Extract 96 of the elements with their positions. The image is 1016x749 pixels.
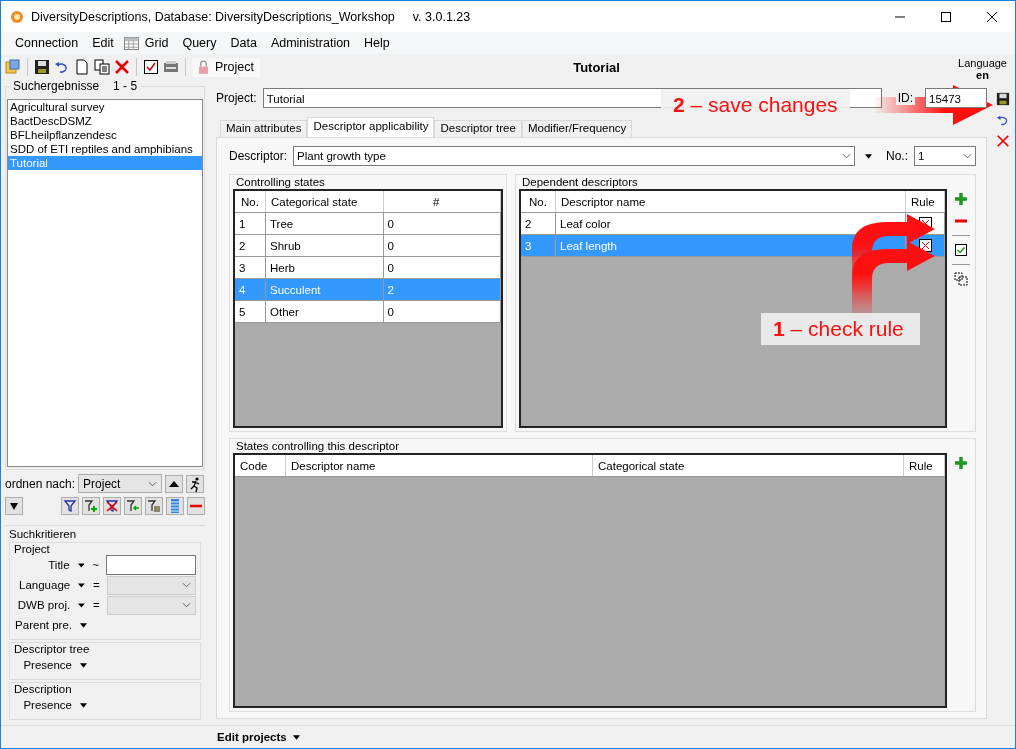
column-header[interactable]: No. [521,191,556,213]
criteria-label: DWB proj. [16,599,71,611]
add-icon[interactable] [953,455,969,471]
tab[interactable]: Descriptor applicability [307,117,435,137]
operator-label: = [93,579,101,591]
group-title: States controlling this descriptor [235,439,400,453]
result-item[interactable]: SDD of ETI reptiles and amphibians [8,142,202,156]
result-item[interactable]: Agricultural survey [8,100,202,114]
menu-item[interactable]: Grid [140,36,173,50]
id-label: ID: [895,91,915,105]
sort-label: ordnen nach: [5,476,76,491]
add-icon[interactable] [953,191,969,207]
chevron-icon [842,153,851,159]
operator-label: ~ [92,559,100,571]
record-title: Tutorial [573,59,620,75]
result-item[interactable]: BactDescDSMZ [8,114,202,128]
id-field[interactable]: 15473 [925,88,987,108]
delete-icon[interactable] [996,134,1010,148]
filter-icon[interactable] [61,497,79,515]
number-dropdown[interactable]: 1 [914,146,976,166]
column-header[interactable]: Categorical state [265,191,383,213]
table-row[interactable]: 5 Other 0 [235,300,501,323]
table-row[interactable]: 1 Tree 0 [235,212,501,235]
folder-icon[interactable] [5,59,21,75]
criteria-label: Title [47,559,70,571]
undo-icon[interactable] [54,59,70,75]
checkbox-icon[interactable] [143,59,159,75]
chevron-icon [148,480,158,487]
menu-item[interactable]: Help [360,36,394,50]
copy-icon[interactable] [953,271,969,287]
column-header[interactable]: Descriptor name [285,455,593,477]
column-header[interactable]: Rule [903,455,945,477]
chevron-icon [182,602,191,608]
results-range: 1 - 5 [113,79,138,93]
filter-save-icon[interactable] [145,497,163,515]
callout-tooltip: 1 – check rule [761,313,920,345]
group-title: Dependent descriptors [521,175,639,189]
rule-checkbox[interactable] [918,239,932,252]
criteria-group-title: Descriptor tree [14,643,90,655]
result-item[interactable]: BFLheilpflanzendesc [8,128,202,142]
column-header[interactable]: # [383,191,501,213]
criteria-group-title: Description [14,683,72,695]
project-label: Project: [216,91,257,105]
table-row[interactable]: 2 Shrub 0 [235,234,501,257]
group-title: Controlling states [235,175,326,189]
menu-item[interactable]: Data [226,36,261,50]
criteria-label: Language [18,579,71,591]
tab[interactable]: Modifier/Frequency [521,120,633,137]
number-label: No.: [886,149,908,163]
project-button[interactable]: Project [192,57,260,77]
filter-add-icon[interactable] [82,497,100,515]
criteria-group-title: Project [14,543,50,555]
criteria-label: Presence [22,699,72,711]
language-value: en [976,69,989,81]
window-title: DiversityDescriptions, Database: DiversityDescriptions_Workshop [31,9,395,24]
sort-up-icon[interactable] [165,474,184,493]
version-label: v. 3.0.1.23 [412,9,471,24]
criteria-label: Presence [22,659,72,671]
language-label: Language [958,57,1007,69]
copy-icon[interactable] [94,59,110,75]
tab[interactable]: Main attributes [220,120,308,137]
filter-import-icon[interactable] [124,497,142,515]
descriptor-dropdown[interactable]: Plant growth type [293,146,855,166]
menu-item[interactable]: Connection [11,36,83,50]
collapse-icon[interactable] [5,497,23,515]
descriptor-label: Descriptor: [229,149,287,163]
save-icon[interactable] [34,59,50,75]
save-icon[interactable] [996,92,1010,106]
chevron-icon [182,582,191,588]
app-icon [9,8,25,25]
search-criteria-title: Suchkritieren [9,528,77,540]
column-header[interactable]: Categorical state [592,455,904,477]
column-header[interactable]: Rule [905,191,945,213]
menu-item[interactable]: Edit [88,36,118,50]
column-header[interactable]: Code [235,455,286,477]
title-field[interactable] [105,555,196,575]
table-row[interactable]: 3 Herb 0 [235,256,501,279]
delete-icon[interactable] [114,59,130,75]
status-menu[interactable]: Edit projects [217,731,287,743]
printer-icon[interactable] [163,59,179,75]
filter-remove-icon[interactable] [103,497,121,515]
document-icon[interactable] [74,59,90,75]
menu-item[interactable]: Query [178,36,221,50]
sort-dropdown[interactable]: Project [78,474,163,493]
lock-icon [198,59,209,75]
column-header[interactable]: No. [235,191,266,213]
operator-label: = [93,599,101,611]
criteria-label: Parent pre. [14,619,72,631]
column-header[interactable]: Descriptor name [555,191,906,213]
undo-icon[interactable] [996,113,1010,127]
checkbox-icon[interactable] [953,242,969,258]
results-label: Suchergebnisse [13,79,100,93]
menu-item[interactable]: Administration [266,36,355,50]
runner-icon[interactable] [186,474,205,493]
chevron-icon [963,153,972,159]
tab[interactable]: Descriptor tree [434,120,522,137]
